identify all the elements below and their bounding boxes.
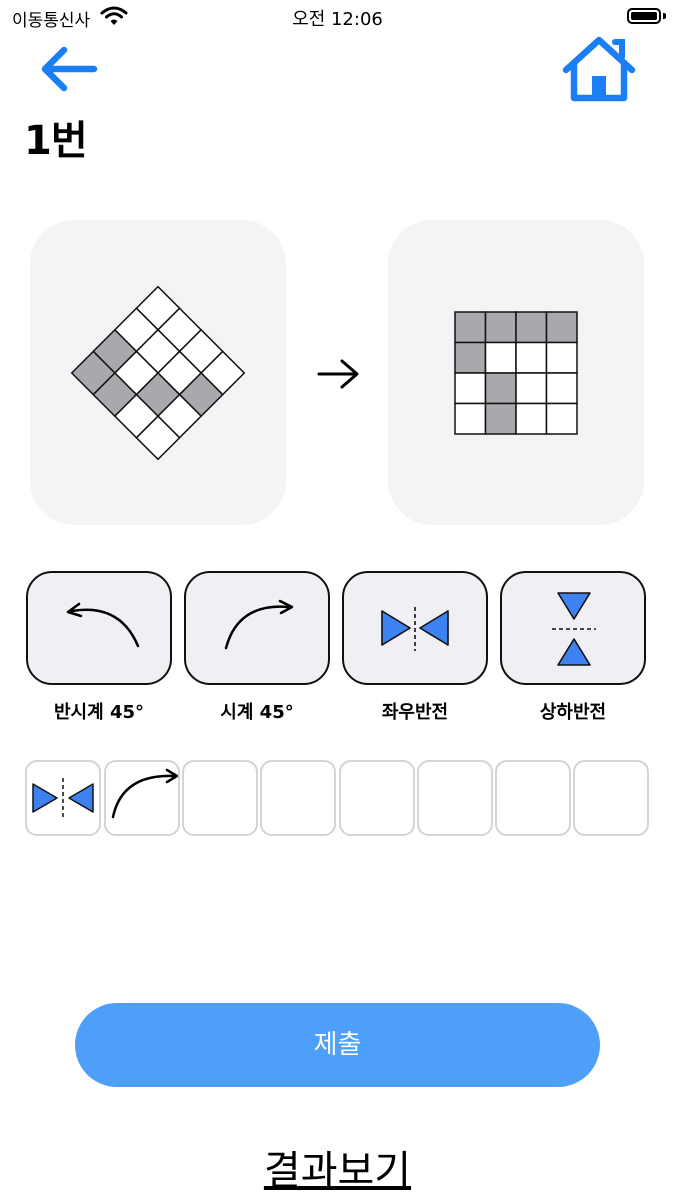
target-grid-cell xyxy=(484,372,517,405)
view-results-link[interactable]: 결과보기 xyxy=(0,1138,675,1196)
target-grid xyxy=(454,311,578,435)
counterclockwise-arrow-icon xyxy=(66,602,140,648)
sequence-slot-1[interactable] xyxy=(25,760,101,836)
target-grid-cell xyxy=(515,311,548,344)
flip-horizontal-icon xyxy=(381,607,449,651)
sequence-slot-2[interactable] xyxy=(104,760,180,836)
target-grid-cell xyxy=(515,372,548,405)
flip-vertical-icon xyxy=(552,592,596,666)
battery-icon xyxy=(627,8,661,24)
sequence-slot-4[interactable] xyxy=(260,760,336,836)
target-grid-cell xyxy=(545,402,578,435)
sequence-slot-3[interactable] xyxy=(182,760,258,836)
flip-vertical-label: 상하반전 xyxy=(539,702,607,723)
page-title: 1번 xyxy=(24,118,88,164)
sequence-slot-8[interactable] xyxy=(573,760,649,836)
battery-tip xyxy=(663,13,666,19)
clockwise-arrow-icon xyxy=(111,768,179,819)
target-grid-cell xyxy=(515,341,548,374)
target-grid-cell xyxy=(545,311,578,344)
target-grid-cell xyxy=(484,311,517,344)
target-grid-cell xyxy=(484,402,517,435)
sequence-slot-5[interactable] xyxy=(339,760,415,836)
target-grid-cell xyxy=(454,311,487,344)
back-arrow-icon[interactable] xyxy=(38,46,98,92)
target-grid-cell xyxy=(454,402,487,435)
target-grid-cell xyxy=(454,372,487,405)
flip-horizontal-label: 좌우반전 xyxy=(381,702,449,723)
target-grid-cell xyxy=(515,402,548,435)
arrow-right-icon xyxy=(317,359,359,389)
target-grid-cell xyxy=(545,341,578,374)
submit-button[interactable]: 제출 xyxy=(75,1003,600,1087)
source-grid xyxy=(70,285,246,461)
flip-vertical-button[interactable] xyxy=(500,571,646,685)
rotate-clockwise-button[interactable] xyxy=(184,571,330,685)
rotate-counterclockwise-label: 반시계 45° xyxy=(54,702,144,723)
sequence-slot-6[interactable] xyxy=(417,760,493,836)
flip-horizontal-icon xyxy=(32,778,94,818)
status-time: 오전 12:06 xyxy=(292,9,383,30)
clockwise-arrow-icon xyxy=(224,599,294,650)
rotate-clockwise-label: 시계 45° xyxy=(220,702,294,723)
rotate-counterclockwise-button[interactable] xyxy=(26,571,172,685)
target-grid-cell xyxy=(545,372,578,405)
target-grid-cell xyxy=(484,341,517,374)
home-icon[interactable] xyxy=(562,36,636,102)
target-grid-cell xyxy=(454,341,487,374)
flip-horizontal-button[interactable] xyxy=(342,571,488,685)
sequence-slot-7[interactable] xyxy=(495,760,571,836)
